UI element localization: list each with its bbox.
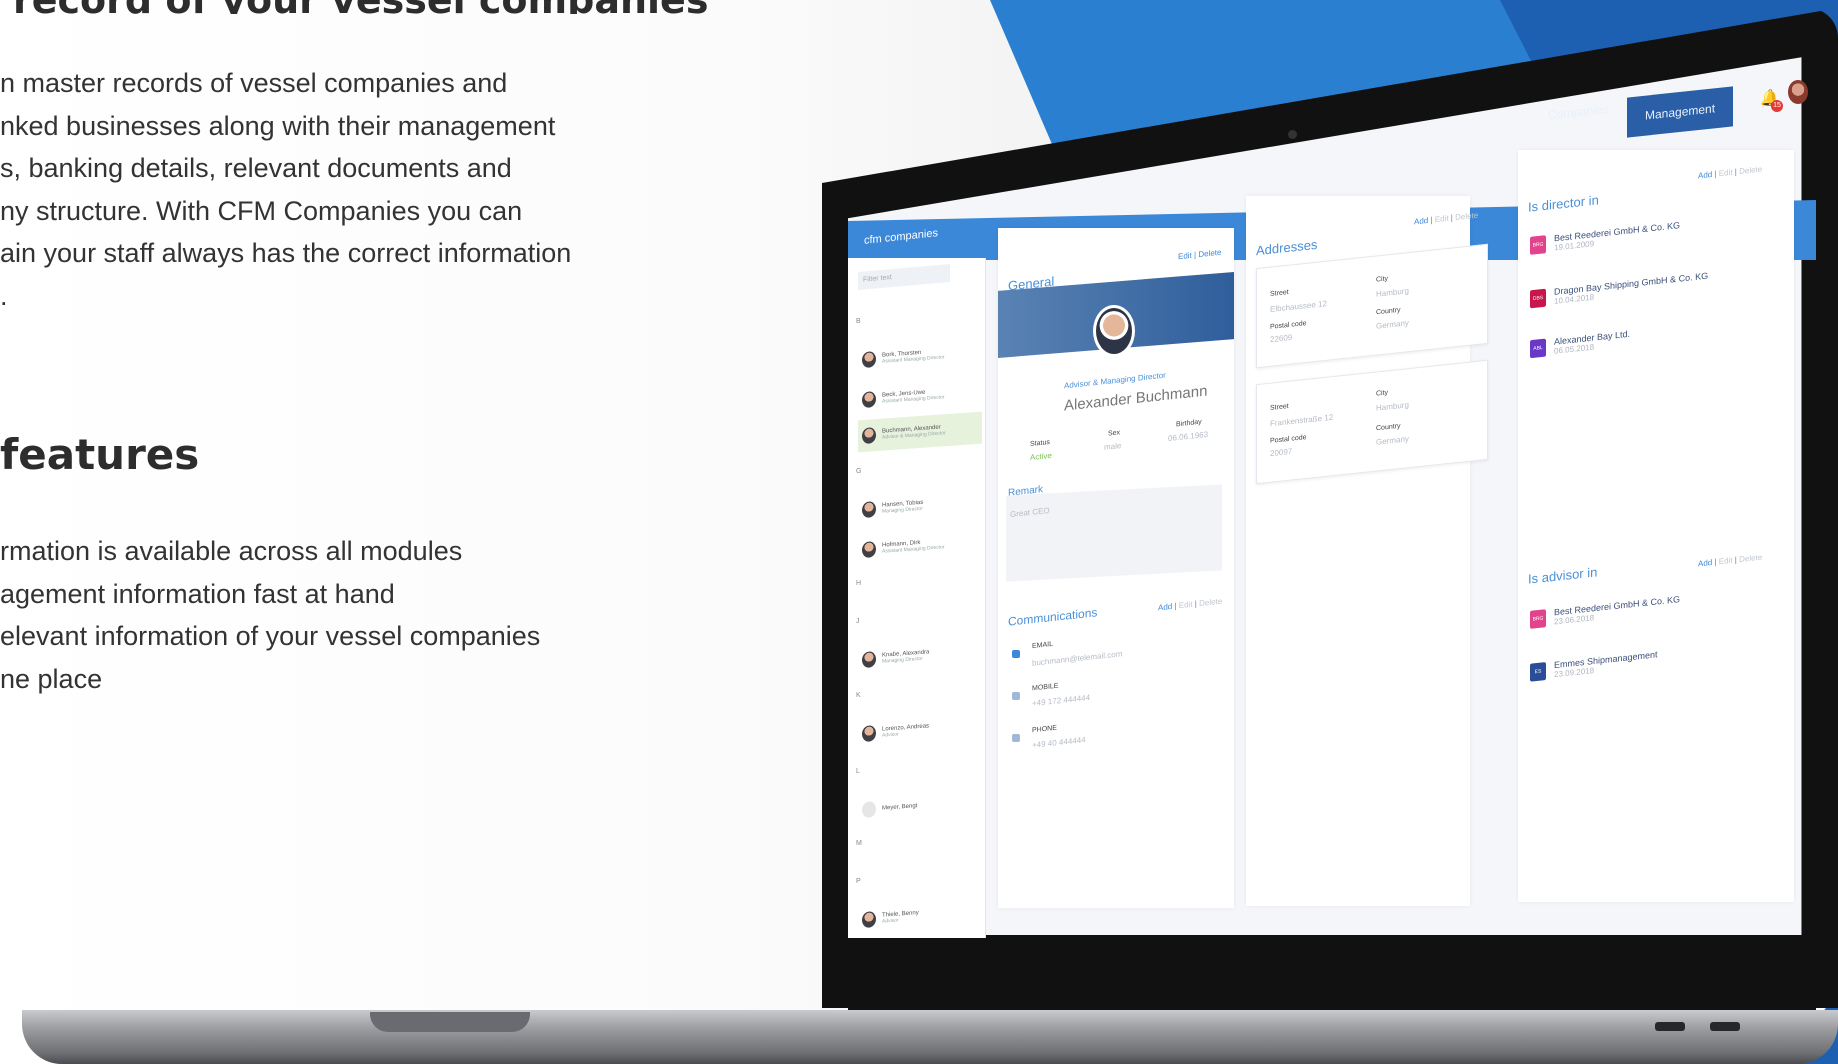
- sex-value: male: [1104, 441, 1122, 452]
- port-icon: [1655, 1022, 1685, 1031]
- screen-bezel: [848, 935, 1816, 1010]
- laptop-notch: [370, 1012, 530, 1032]
- sex-label: Sex: [1108, 429, 1121, 438]
- top-navigation: Companies Management: [1530, 86, 1733, 138]
- company-logo: BRG: [1530, 608, 1546, 629]
- edit-button[interactable]: Edit: [1178, 251, 1192, 261]
- group-letter: K: [856, 692, 861, 699]
- add-button[interactable]: Add: [1158, 602, 1172, 612]
- avatar: [862, 725, 876, 743]
- relations-panel: [1518, 150, 1794, 902]
- remark-field[interactable]: [1006, 484, 1222, 582]
- avatar: [862, 501, 876, 519]
- edit-button[interactable]: Edit: [1719, 556, 1733, 566]
- add-button[interactable]: Add: [1698, 170, 1712, 180]
- group-letter: H: [856, 580, 862, 587]
- avatar[interactable]: [1788, 80, 1808, 104]
- add-button[interactable]: Add: [1414, 216, 1428, 226]
- group-letter: G: [856, 468, 862, 475]
- person-name: Meyer, Bengt: [882, 803, 918, 812]
- group-letter: M: [856, 840, 862, 847]
- group-letter: L: [856, 768, 860, 775]
- camera-icon: [1288, 130, 1297, 139]
- tab-management[interactable]: Management: [1626, 86, 1733, 138]
- avatar: [862, 651, 876, 669]
- add-button[interactable]: Add: [1698, 558, 1712, 568]
- company-logo: ES: [1530, 661, 1546, 682]
- edit-button[interactable]: Edit: [1719, 168, 1733, 178]
- phone-icon: [1012, 734, 1020, 742]
- edit-button[interactable]: Edit: [1435, 214, 1449, 224]
- group-letter: B: [856, 318, 861, 325]
- notification-badge: 15: [1771, 100, 1783, 112]
- port-icon: [1710, 1022, 1740, 1031]
- avatar: [862, 541, 876, 559]
- group-letter: P: [856, 878, 861, 885]
- email-icon: [1012, 650, 1020, 658]
- company-logo: DBS: [1530, 288, 1546, 308]
- company-logo: BRG: [1530, 234, 1546, 255]
- laptop-base: [22, 1010, 1838, 1064]
- profile-photo: [1093, 305, 1135, 357]
- avatar: [862, 801, 876, 819]
- company-logo: ABL: [1530, 338, 1546, 358]
- avatar: [862, 391, 876, 409]
- avatar: [862, 351, 876, 369]
- person-role: Advisor: [882, 917, 899, 925]
- city-label: City: [1376, 275, 1389, 284]
- tab-companies[interactable]: Companies: [1530, 87, 1627, 137]
- city-label: City: [1376, 389, 1389, 398]
- app-logo: cfm companies: [864, 227, 938, 247]
- edit-button[interactable]: Edit: [1179, 600, 1193, 610]
- group-letter: J: [856, 618, 860, 625]
- mobile-icon: [1012, 692, 1020, 700]
- avatar: [862, 427, 876, 445]
- avatar: [862, 911, 876, 929]
